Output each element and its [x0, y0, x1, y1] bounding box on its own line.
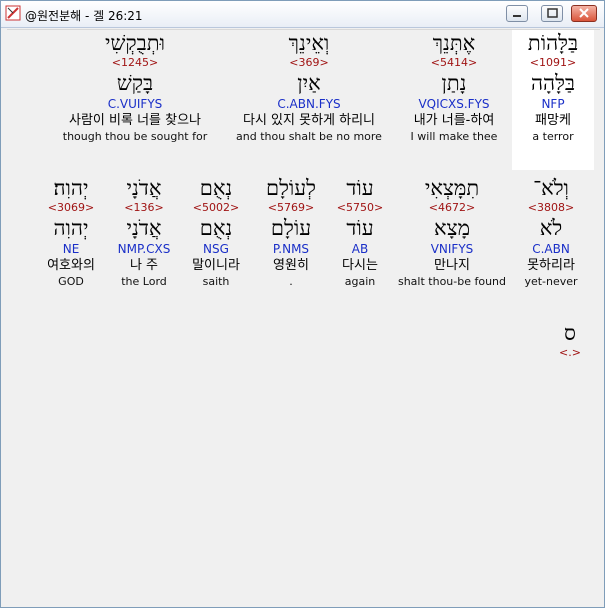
word-block[interactable]: אֶתְּנֵךְ <5414> נָתַן VQICXS.FYS 내가 너를-… — [399, 30, 509, 144]
korean-gloss: 사람이 비록 너를 찾으나 — [69, 113, 201, 128]
close-icon — [579, 8, 589, 18]
english-gloss: I will make thee — [410, 130, 498, 143]
strong-number: <.> — [559, 346, 581, 359]
word-block[interactable]: לְעוֹלָם <5769> עוֹלָם P.NMS 영원히 . — [253, 175, 329, 289]
minimize-icon — [513, 15, 521, 17]
maximize-icon — [547, 8, 558, 18]
hebrew-word: בַּלָּהוֹת — [527, 31, 579, 55]
strong-number[interactable]: <5414> — [399, 56, 509, 70]
morphology-code: NMP.CXS — [117, 242, 171, 256]
morphology-code: AB — [351, 242, 369, 256]
hebrew-lemma: אַיִן — [297, 71, 321, 95]
english-gloss: yet-never — [524, 275, 578, 288]
hebrew-word: אֲדֹנָי — [126, 176, 162, 200]
maximize-button[interactable] — [541, 5, 563, 22]
morphology-code: P.NMS — [272, 242, 310, 256]
hebrew-lemma: אֲדֹנָי — [126, 216, 162, 240]
korean-gloss: 다시는 — [342, 258, 378, 273]
verse-analysis-panel: בַּלָּהוֹת <1091> בַּלָּהָה NFP 패망케 a te… — [7, 29, 600, 602]
english-gloss: GOD — [58, 275, 84, 288]
word-block[interactable]: יְהוִה׃ <3069> יְהוִה NE 여호와의 GOD — [37, 175, 105, 289]
strong-number[interactable]: <369> — [223, 56, 395, 70]
morphology-code: C.VUIFYS — [107, 97, 163, 111]
strong-number[interactable]: <5769> — [253, 201, 329, 215]
english-gloss: though thou be sought for — [62, 130, 208, 143]
morphology-code: NSG — [203, 242, 229, 256]
strong-number[interactable]: <3808> — [507, 201, 595, 215]
morphology-code: C.ABN — [532, 242, 570, 256]
hebrew-lemma: עוֹלָם — [270, 216, 312, 240]
hebrew-lemma: בָּקַשׁ — [116, 71, 154, 95]
korean-gloss: 내가 너를-하여 — [413, 113, 495, 128]
morphology-code: VQICXS.FYS — [418, 97, 490, 111]
morphology-code: C.ABN.FYS — [277, 97, 341, 111]
hebrew-word: יְהוִה׃ — [53, 176, 89, 200]
hebrew-lemma: בַּלָּהָה — [530, 71, 576, 95]
strong-number[interactable]: <5002> — [181, 201, 251, 215]
word-block[interactable]: נְאֻם <5002> נְאֻם NSG 말이니라 saith — [181, 175, 251, 289]
korean-gloss: 만나지 — [434, 258, 470, 273]
app-icon — [5, 5, 21, 21]
title-bar[interactable]: @원전분해 - 겔 26:21 — [1, 1, 604, 28]
korean-gloss: 나 주 — [129, 258, 159, 273]
morphology-code: VNIFYS — [430, 242, 474, 256]
hebrew-word: וּתְבֻקְשִׁי — [105, 31, 165, 55]
hebrew-lemma: לֹא — [539, 216, 563, 240]
minimize-button[interactable] — [506, 5, 528, 22]
word-block[interactable]: תִמָּצְאִי <4672> מָצָא VNIFYS 만나지 shalt… — [392, 175, 512, 289]
korean-gloss: 말이니라 — [192, 258, 240, 273]
english-gloss: the Lord — [121, 275, 167, 288]
hebrew-word: לְעוֹלָם — [265, 176, 316, 200]
hebrew-lemma: נָתַן — [441, 71, 467, 95]
korean-gloss: 못하리라 — [527, 258, 575, 273]
hebrew-word: אֶתְּנֵךְ — [432, 31, 476, 55]
strong-number[interactable]: <5750> — [327, 201, 393, 215]
strong-number[interactable]: <1245> — [49, 56, 221, 70]
korean-gloss: 패망케 — [535, 113, 571, 128]
hebrew-lemma: עוֹד — [346, 216, 374, 240]
word-block[interactable]: אֲדֹנָי <136> אֲדֹנָי NMP.CXS 나 주 the Lo… — [111, 175, 177, 289]
english-gloss: shalt thou-be found — [397, 275, 507, 288]
english-gloss: saith — [202, 275, 230, 288]
strong-number[interactable]: <4672> — [392, 201, 512, 215]
hebrew-word: וְלֹא־ — [533, 176, 569, 200]
word-block[interactable]: וְאֵינֵךְ <369> אַיִן C.ABN.FYS 다시 있지 못하… — [223, 30, 395, 144]
paragraph-marker[interactable]: ס <.> — [550, 320, 590, 360]
hebrew-word: עוֹד — [346, 176, 374, 200]
hebrew-word: וְאֵינֵךְ — [288, 31, 330, 55]
hebrew-word: ס — [564, 321, 576, 345]
english-gloss: . — [289, 275, 293, 288]
english-gloss: again — [344, 275, 376, 288]
hebrew-word: תִמָּצְאִי — [424, 176, 480, 200]
morphology-code: NFP — [541, 97, 565, 111]
hebrew-lemma: יְהוִה — [53, 216, 89, 240]
hebrew-lemma: נְאֻם — [199, 216, 233, 240]
strong-number[interactable]: <136> — [111, 201, 177, 215]
word-block[interactable]: בַּלָּהוֹת <1091> בַּלָּהָה NFP 패망케 a te… — [512, 30, 594, 170]
english-gloss: and thou shalt be no more — [236, 130, 382, 143]
window-title: @원전분해 - 겔 26:21 — [25, 9, 143, 23]
word-block[interactable]: עוֹד <5750> עוֹד AB 다시는 again — [327, 175, 393, 289]
word-block[interactable]: וְלֹא־ <3808> לֹא C.ABN 못하리라 yet-never — [507, 175, 595, 289]
close-button[interactable] — [571, 5, 597, 22]
korean-gloss: 다시 있지 못하게 하리니 — [243, 113, 375, 128]
strong-number[interactable]: <1091> — [512, 56, 594, 70]
english-gloss: a terror — [532, 130, 574, 143]
strong-number[interactable]: <3069> — [37, 201, 105, 215]
korean-gloss: 여호와의 — [47, 258, 95, 273]
hebrew-word: נְאֻם — [199, 176, 233, 200]
korean-gloss: 영원히 — [273, 258, 309, 273]
morphology-code: NE — [62, 242, 80, 256]
hebrew-lemma: מָצָא — [433, 216, 471, 240]
app-window: @원전분해 - 겔 26:21 בַּלָּהוֹת <1091> בַּלָּ… — [0, 0, 605, 608]
word-block[interactable]: וּתְבֻקְשִׁי <1245> בָּקַשׁ C.VUIFYS 사람이… — [49, 30, 221, 144]
